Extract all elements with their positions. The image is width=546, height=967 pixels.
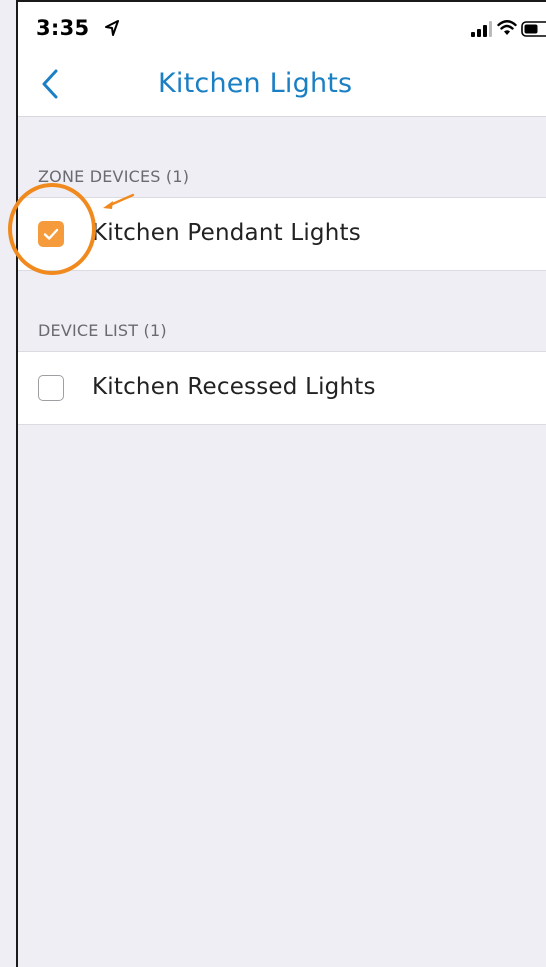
device-list-header: DEVICE LIST (1) — [38, 321, 167, 340]
annotation-arrow-icon — [103, 193, 135, 209]
frame-top-edge — [16, 0, 546, 2]
list-item-kitchen-pendant-lights[interactable]: Kitchen Pendant Lights — [18, 197, 546, 271]
navigation-bar: Kitchen Lights — [18, 56, 546, 117]
checkbox-unchecked[interactable] — [38, 375, 64, 401]
chevron-left-icon[interactable] — [36, 66, 66, 102]
page-title: Kitchen Lights — [158, 68, 353, 99]
wifi-icon — [497, 20, 517, 35]
frame-left-edge — [16, 0, 18, 967]
battery-icon — [521, 21, 546, 37]
list-item-kitchen-recessed-lights[interactable]: Kitchen Recessed Lights — [18, 351, 546, 425]
status-time: 3:35 — [36, 16, 90, 40]
annotation-highlight-circle — [8, 183, 96, 275]
cellular-signal-icon — [471, 21, 492, 37]
app-screen: 3:35 Kitchen Lights ZONE DEVICES (1) Kit… — [0, 0, 546, 967]
location-arrow-icon — [105, 20, 119, 36]
status-bar: 3:35 — [18, 2, 546, 56]
device-label: Kitchen Recessed Lights — [92, 374, 376, 400]
device-label: Kitchen Pendant Lights — [92, 220, 361, 246]
